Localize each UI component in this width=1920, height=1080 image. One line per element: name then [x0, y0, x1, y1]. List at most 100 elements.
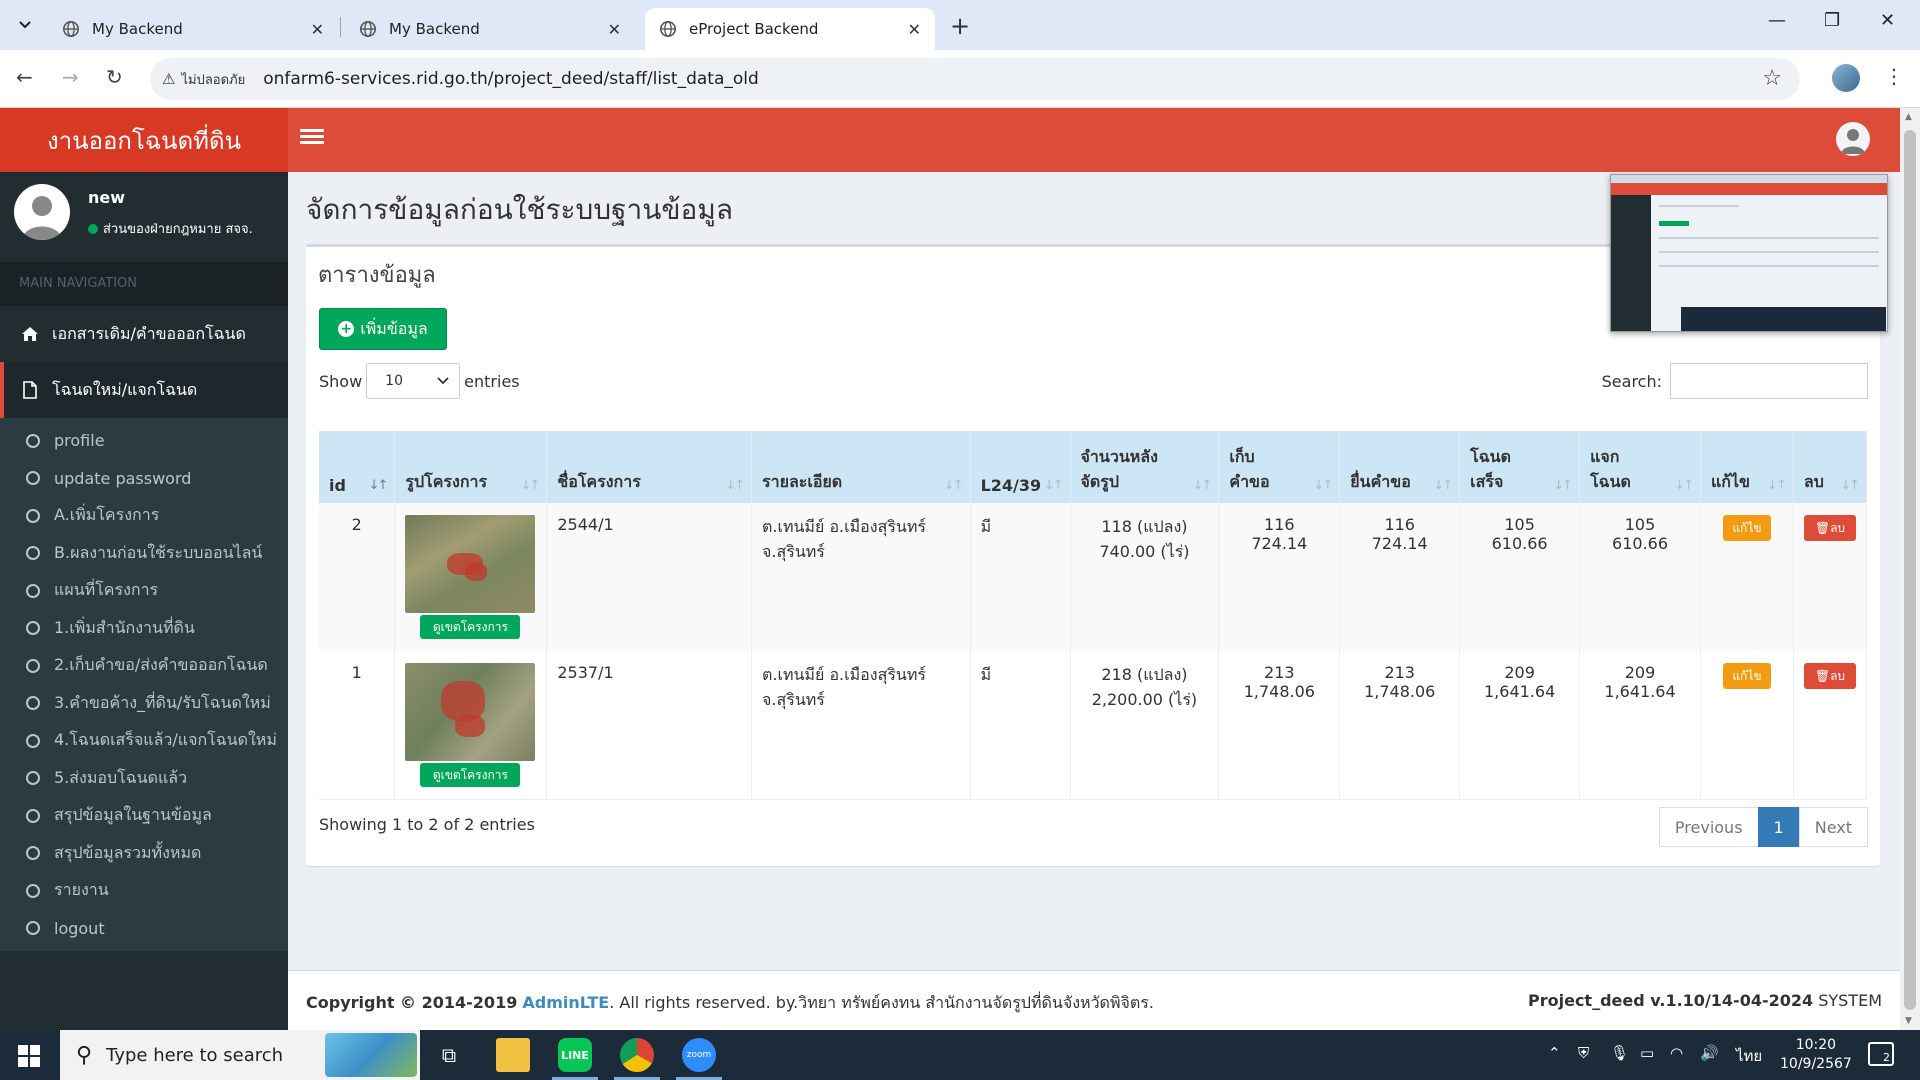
submenu-item-pre-online-results[interactable]: B.ผลงานก่อนใช้ระบบออนไลน์ [0, 535, 288, 573]
circle-icon [26, 658, 40, 673]
column-header-delete[interactable]: ลบ ↓↑ [1793, 431, 1868, 503]
tab-search-button[interactable] [10, 10, 40, 40]
task-view-icon[interactable]: ⧉ [432, 1038, 466, 1072]
close-tab-icon[interactable]: ✕ [608, 20, 621, 39]
edit-button[interactable]: แก้ไข [1722, 515, 1771, 541]
delete-button[interactable]: 🗑 ลบ [1803, 663, 1856, 689]
submenu-item-db-summary[interactable]: สรุปข้อมูลในฐานข้อมูล [0, 797, 288, 835]
volume-icon[interactable]: 🔊 [1700, 1044, 1719, 1062]
submenu-label: สรุปข้อมูลรวมทั้งหมด [54, 842, 202, 862]
microphone-icon[interactable]: 🎙 [1610, 1044, 1629, 1062]
project-map-thumbnail[interactable] [405, 663, 536, 761]
column-header-plots[interactable]: จำนวนหลัง จัดรูป ↓↑ [1070, 431, 1220, 503]
column-header-collect[interactable]: เก็บ คำขอ ↓↑ [1218, 431, 1341, 503]
line-icon[interactable]: LINE [558, 1038, 592, 1072]
taskbar-clock[interactable]: 10:20 10/9/2567 [1780, 1036, 1852, 1074]
pagination-previous[interactable]: Previous [1658, 807, 1759, 847]
back-icon[interactable]: ← [16, 65, 33, 89]
search-input[interactable] [1670, 363, 1868, 399]
input-language[interactable]: ไทย [1736, 1044, 1762, 1068]
column-header-detail[interactable]: รายละเอียด ↓↑ [751, 431, 971, 503]
close-tab-icon[interactable]: ✕ [311, 20, 324, 39]
sidebar-item-new-deeds[interactable]: โฉนดใหม่/แจกโฉนด [0, 362, 288, 418]
address-bar[interactable]: ⚠ ไม่ปลอดภัย onfarm6-services.rid.go.th/… [150, 58, 1800, 100]
windows-start-icon[interactable] [18, 1045, 40, 1067]
entries-select[interactable]: 10 [366, 363, 461, 399]
submenu-item-collect-requests[interactable]: 2.เก็บคำขอ/ส่งคำขอออกโฉนด [0, 647, 288, 685]
sort-desc-icon: ↓↑ [368, 478, 389, 493]
search-highlight-image[interactable] [325, 1033, 417, 1077]
bookmark-star-icon[interactable]: ☆ [1762, 66, 1782, 91]
column-header-done[interactable]: โฉนด เสร็จ ↓↑ [1459, 431, 1581, 503]
pagination-page-1[interactable]: 1 [1757, 807, 1800, 847]
view-project-area-button[interactable]: ดูเขตโครงการ [420, 763, 521, 787]
scroll-down-icon[interactable]: ▼ [1905, 1016, 1912, 1026]
minimize-icon[interactable]: — [1768, 10, 1786, 31]
more-menu-icon[interactable]: ⋮ [1884, 64, 1904, 88]
notification-icon[interactable]: 2 [1868, 1042, 1894, 1066]
column-header-distribute[interactable]: แจก โฉนด ↓↑ [1579, 431, 1701, 503]
submenu-item-total-summary[interactable]: สรุปข้อมูลรวมทั้งหมด [0, 835, 288, 873]
column-header-id[interactable]: id ↓↑ [319, 431, 396, 503]
tray-chevron-icon[interactable]: ⌃ [1548, 1044, 1561, 1062]
browser-tab-3-active[interactable]: eProject Backend ✕ [645, 8, 935, 50]
globe-icon [359, 20, 377, 38]
file-explorer-icon[interactable] [496, 1038, 530, 1072]
submenu-item-project-map[interactable]: แผนที่โครงการ [0, 572, 288, 610]
view-project-area-button[interactable]: ดูเขตโครงการ [420, 615, 521, 639]
column-header-l24[interactable]: L24/39 ↓↑ [970, 431, 1071, 503]
page-scrollbar[interactable]: ▲ ▼ [1900, 108, 1920, 1030]
browser-tab-1[interactable]: My Backend ✕ [48, 8, 338, 50]
new-tab-icon[interactable]: + [950, 12, 970, 40]
close-window-icon[interactable]: ✕ [1880, 10, 1895, 31]
add-data-button[interactable]: + เพิ่มข้อมูล [319, 308, 447, 350]
submenu-item-logout[interactable]: logout [0, 910, 288, 948]
submenu-item-add-land-office[interactable]: 1.เพิ่มสำนักงานที่ดิน [0, 610, 288, 648]
pagination-next[interactable]: Next [1798, 807, 1868, 847]
submenu-item-update-password[interactable]: update password [0, 460, 288, 498]
wifi-icon[interactable]: ◠ [1670, 1044, 1683, 1062]
delete-button[interactable]: 🗑 ลบ [1803, 515, 1856, 541]
sidebar-toggle-icon[interactable] [300, 126, 324, 150]
distribute-count: 209 [1624, 663, 1656, 682]
submit-count: 213 [1384, 663, 1415, 682]
done-area: 1,641.64 [1484, 682, 1556, 701]
chrome-icon[interactable] [620, 1038, 654, 1072]
submenu-item-add-project[interactable]: A.เพิ่มโครงการ [0, 497, 288, 535]
entries-label: entries [464, 371, 520, 391]
browser-profile-icon[interactable] [1832, 64, 1860, 92]
submenu-item-report[interactable]: รายงาน [0, 872, 288, 910]
screen-share-preview[interactable] [1610, 174, 1888, 332]
project-map-thumbnail[interactable] [405, 515, 536, 613]
restore-icon[interactable]: ❐ [1824, 10, 1840, 31]
collect-count: 213 [1264, 663, 1295, 682]
submenu-item-deeds-delivered[interactable]: 5.ส่งมอบโฉนดแล้ว [0, 760, 288, 798]
sidebar-item-old-documents[interactable]: เอกสารเดิม/คำขอออกโฉนด [0, 306, 288, 362]
user-menu-avatar[interactable] [1836, 122, 1870, 156]
security-chip[interactable]: ⚠ ไม่ปลอดภัย [162, 69, 245, 90]
reload-icon[interactable]: ↻ [106, 65, 123, 89]
forward-icon[interactable]: → [62, 65, 79, 89]
browser-tab-2[interactable]: My Backend ✕ [345, 8, 635, 50]
header-line1: จำนวนหลัง [1080, 447, 1158, 466]
submenu-item-profile[interactable]: profile [0, 422, 288, 460]
column-header-edit[interactable]: แก้ไข ↓↑ [1700, 431, 1794, 503]
submit-area: 724.14 [1371, 534, 1428, 553]
close-tab-icon[interactable]: ✕ [908, 20, 921, 39]
app-logo[interactable]: งานออกโฉนดที่ดิน [0, 108, 288, 172]
submenu-item-pending-requests[interactable]: 3.คำขอค้าง_ที่ดิน/รับโฉนดใหม่ [0, 685, 288, 723]
edit-button[interactable]: แก้ไข [1722, 663, 1771, 689]
shield-icon[interactable]: ⛨ [1578, 1044, 1589, 1062]
scrollbar-thumb[interactable] [1904, 130, 1916, 1010]
battery-icon[interactable]: ▭ [1640, 1044, 1654, 1062]
column-header-name[interactable]: ชื่อโครงการ ↓↑ [546, 431, 752, 503]
sort-icon: ↓↑ [1192, 478, 1213, 493]
sort-icon: ↓↑ [1433, 478, 1453, 493]
column-header-image[interactable]: รูปโครงการ ↓↑ [394, 431, 548, 503]
column-header-submit[interactable]: ยื่นคำขอ ↓↑ [1339, 431, 1461, 503]
submenu-item-deeds-done[interactable]: 4.โฉนดเสร็จแล้ว/แจกโฉนดใหม่ [0, 722, 288, 760]
circle-icon [26, 433, 40, 448]
adminlte-link[interactable]: AdminLTE [522, 993, 609, 1012]
scroll-up-icon[interactable]: ▲ [1905, 112, 1912, 122]
zoom-icon[interactable]: zoom [682, 1038, 716, 1072]
